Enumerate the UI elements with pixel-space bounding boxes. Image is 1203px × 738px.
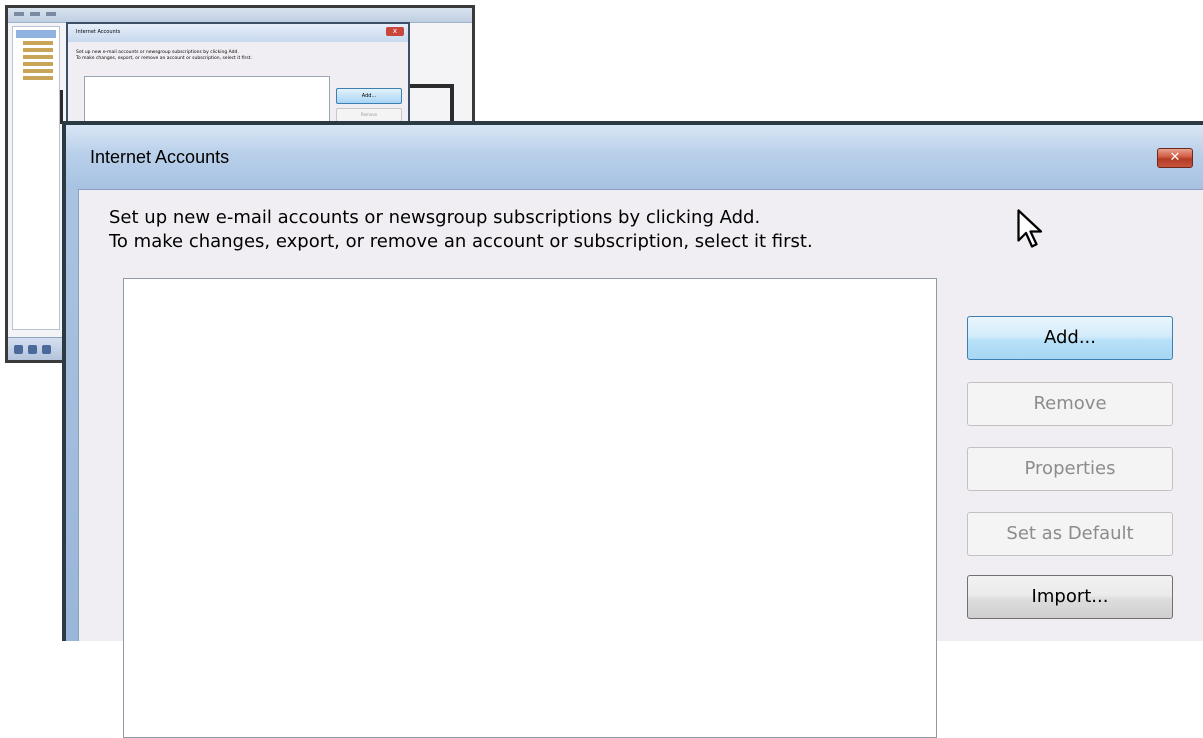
- thumbnail-menu-item: [14, 12, 24, 16]
- thumbnail-folder: [23, 48, 53, 52]
- thumbnail-folder-pane: [12, 26, 60, 330]
- thumbnail-add-button: Add...: [336, 88, 402, 104]
- thumbnail-task-icon: [28, 345, 37, 354]
- thumbnail-task-icon: [14, 345, 23, 354]
- thumbnail-menu-item: [46, 12, 56, 16]
- dialog-titlebar[interactable]: Internet Accounts ✕: [66, 125, 1203, 189]
- set-as-default-button[interactable]: Set as Default: [967, 512, 1173, 556]
- thumbnail-dialog-title: Internet Accounts: [68, 24, 408, 42]
- thumbnail-description: Set up new e-mail accounts or newsgroup …: [68, 42, 408, 62]
- properties-button[interactable]: Properties: [967, 447, 1173, 491]
- thumbnail-menu-item: [30, 12, 40, 16]
- zoom-connector-left: [60, 90, 63, 124]
- internet-accounts-dialog: Internet Accounts ✕ Set up new e-mail ac…: [62, 121, 1203, 738]
- account-list[interactable]: [123, 278, 937, 738]
- thumbnail-task-icon: [42, 345, 51, 354]
- dialog-description: Set up new e-mail accounts or newsgroup …: [109, 206, 813, 254]
- remove-button[interactable]: Remove: [967, 382, 1173, 426]
- zoom-connector-vertical: [450, 84, 454, 124]
- description-line-2: To make changes, export, or remove an ac…: [109, 231, 813, 252]
- thumbnail-folder: [23, 69, 53, 73]
- add-button[interactable]: Add...: [967, 316, 1173, 360]
- close-icon[interactable]: ✕: [1157, 148, 1193, 168]
- thumbnail-close-icon: x: [386, 27, 404, 36]
- thumbnail-folder: [23, 41, 53, 45]
- thumbnail-description-line2: To make changes, export, or remove an ac…: [76, 56, 252, 61]
- import-button[interactable]: Import...: [967, 575, 1173, 619]
- thumbnail-menubar: [8, 8, 472, 23]
- thumbnail-remove-button: Remove: [336, 108, 402, 122]
- description-line-1: Set up new e-mail accounts or newsgroup …: [109, 207, 761, 228]
- thumbnail-folder-header: [16, 30, 56, 38]
- thumbnail-folder: [23, 62, 53, 66]
- dialog-content: Set up new e-mail accounts or newsgroup …: [78, 189, 1203, 738]
- mouse-pointer-icon: [1017, 209, 1043, 248]
- dialog-title: Internet Accounts: [90, 147, 230, 167]
- thumbnail-folder: [23, 76, 53, 80]
- thumbnail-folder: [23, 55, 53, 59]
- zoom-connector-horizontal: [410, 84, 454, 88]
